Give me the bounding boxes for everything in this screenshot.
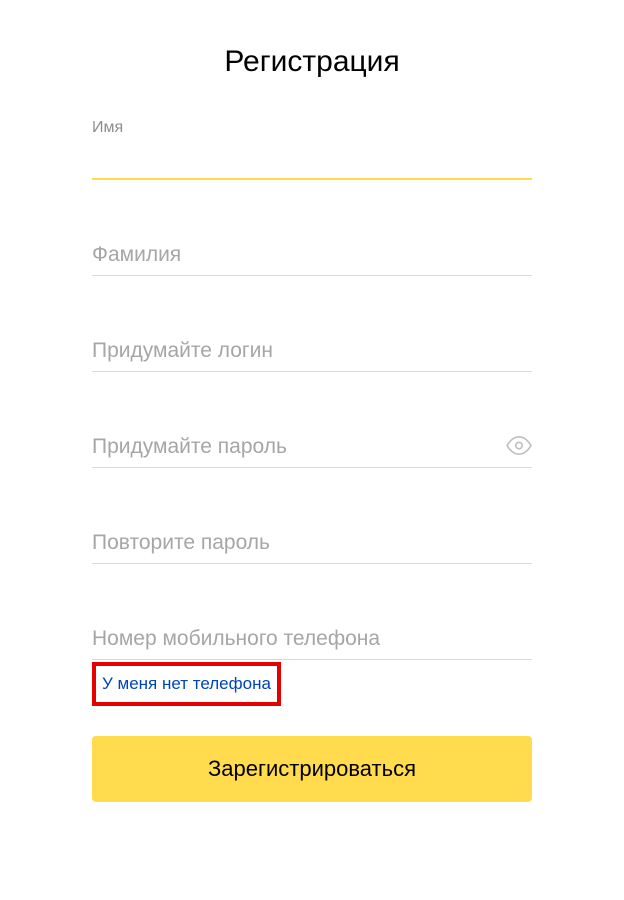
password-confirm-input[interactable] <box>92 523 532 564</box>
phone-field-group <box>92 619 532 660</box>
page-title: Регистрация <box>92 45 532 79</box>
lastname-field-group <box>92 235 532 276</box>
phone-input[interactable] <box>92 619 532 660</box>
lastname-input[interactable] <box>92 235 532 276</box>
firstname-label: Имя <box>92 119 532 137</box>
password-wrapper <box>92 427 532 468</box>
registration-form: Регистрация Имя У меня нет телефона Заре… <box>92 45 532 802</box>
password-confirm-field-group <box>92 523 532 564</box>
login-input[interactable] <box>92 331 532 372</box>
firstname-field-group: Имя <box>92 119 532 180</box>
password-input[interactable] <box>92 427 532 468</box>
login-field-group <box>92 331 532 372</box>
firstname-input[interactable] <box>92 145 532 180</box>
eye-icon[interactable] <box>506 432 532 463</box>
no-phone-link[interactable]: У меня нет телефона <box>92 662 281 706</box>
submit-button[interactable]: Зарегистрироваться <box>92 736 532 802</box>
password-field-group <box>92 427 532 468</box>
